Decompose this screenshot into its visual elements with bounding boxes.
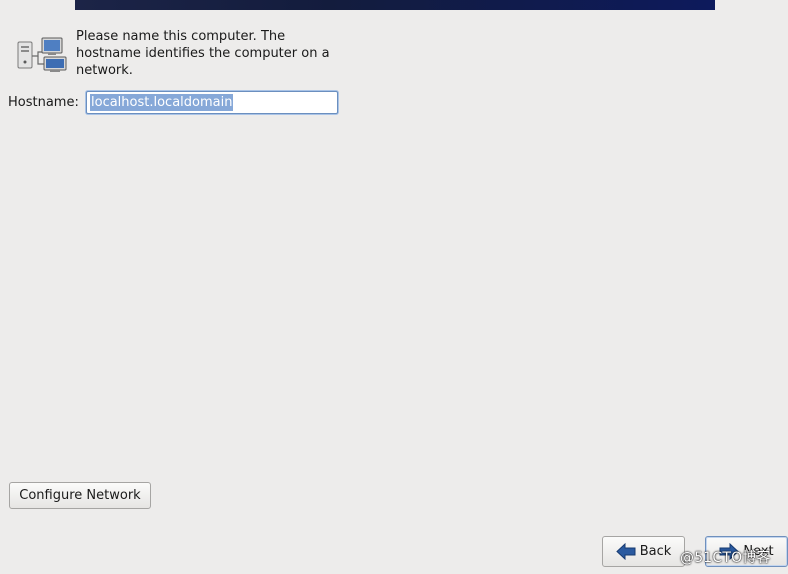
watermark: @51CTO博客: [680, 550, 771, 566]
back-arrow-icon: [615, 543, 636, 560]
hostname-value: localhost.localdomain: [90, 94, 234, 111]
hostname-label: Hostname:: [8, 95, 79, 110]
back-label: Back: [639, 544, 672, 559]
network-computers-icon: [17, 37, 67, 72]
configure-network-label: Configure Network: [19, 488, 141, 503]
hostname-description: Please name this computer. The hostname …: [76, 29, 330, 78]
header-banner: [75, 0, 715, 10]
hostname-input[interactable]: localhost.localdomain: [86, 91, 338, 114]
back-button[interactable]: Back: [602, 536, 685, 567]
configure-network-button[interactable]: Configure Network: [9, 482, 151, 509]
